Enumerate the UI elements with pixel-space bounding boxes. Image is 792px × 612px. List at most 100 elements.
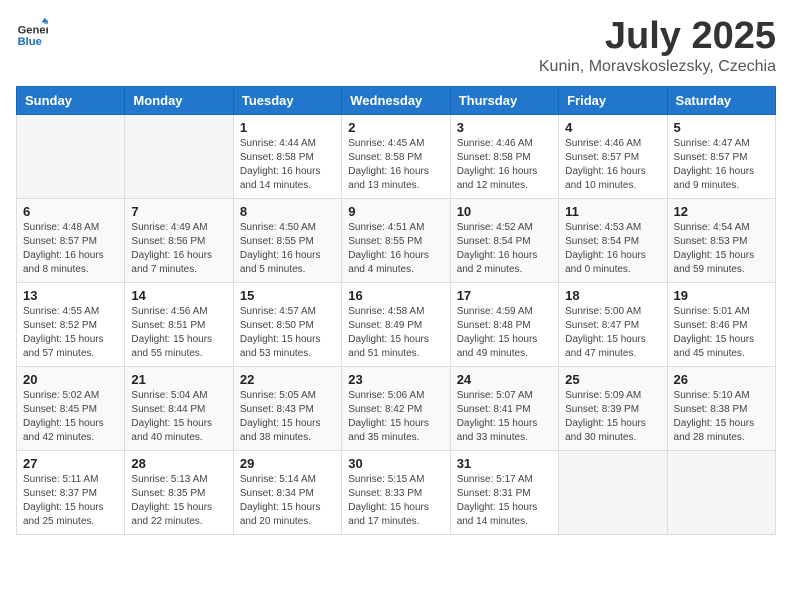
day-info: Sunrise: 4:52 AMSunset: 8:54 PMDaylight:… [457,221,552,277]
day-info: Sunrise: 5:01 AMSunset: 8:46 PMDaylight:… [674,305,769,361]
day-info: Sunrise: 5:07 AMSunset: 8:41 PMDaylight:… [457,389,552,445]
week-row-4: 20 Sunrise: 5:02 AMSunset: 8:45 PMDayligh… [17,366,776,450]
day-number: 12 [674,204,769,219]
calendar-cell: 19Sunrise: 5:01 AMSunset: 8:46 PMDayligh… [667,282,775,366]
calendar-cell: 10 Sunrise: 4:52 AMSunset: 8:54 PMDayligh… [450,198,558,282]
day-number: 7 [131,204,226,219]
calendar-cell: 14 Sunrise: 4:56 AMSunset: 8:51 PMDayligh… [125,282,233,366]
calendar-cell: 9 Sunrise: 4:51 AMSunset: 8:55 PMDaylight… [342,198,450,282]
day-number: 4 [565,120,660,135]
day-number: 18 [565,288,660,303]
day-info: Sunrise: 5:06 AMSunset: 8:42 PMDaylight:… [348,389,443,445]
day-info: Sunrise: 4:50 AMSunset: 8:55 PMDaylight:… [240,221,335,277]
calendar-cell: 29 Sunrise: 5:14 AMSunset: 8:34 PMDayligh… [233,450,341,534]
day-number: 10 [457,204,552,219]
day-number: 22 [240,372,335,387]
calendar-cell [17,114,125,198]
calendar-cell: 24 Sunrise: 5:07 AMSunset: 8:41 PMDayligh… [450,366,558,450]
calendar-cell: 12 Sunrise: 4:54 AMSunset: 8:53 PMDayligh… [667,198,775,282]
day-info: Sunrise: 5:05 AMSunset: 8:43 PMDaylight:… [240,389,335,445]
day-info: Sunrise: 5:02 AMSunset: 8:45 PMDaylight:… [23,389,118,445]
day-info: Sunrise: 4:55 AMSunset: 8:52 PMDaylight:… [23,305,118,361]
weekday-header-monday: Monday [125,86,233,114]
day-number: 17 [457,288,552,303]
calendar-cell: 18 Sunrise: 5:00 AMSunset: 8:47 PMDayligh… [559,282,667,366]
location-title: Kunin, Moravskoslezsky, Czechia [539,58,776,76]
day-info: Sunrise: 4:51 AMSunset: 8:55 PMDaylight:… [348,221,443,277]
day-info: Sunrise: 5:17 AMSunset: 8:31 PMDaylight:… [457,473,552,529]
logo: General Blue [16,16,48,48]
day-info: Sunrise: 4:58 AMSunset: 8:49 PMDaylight:… [348,305,443,361]
calendar-cell: 28Sunrise: 5:13 AMSunset: 8:35 PMDayligh… [125,450,233,534]
svg-text:Blue: Blue [18,36,42,48]
calendar-cell [559,450,667,534]
day-number: 23 [348,372,443,387]
calendar-cell: 16Sunrise: 4:58 AMSunset: 8:49 PMDayligh… [342,282,450,366]
calendar-cell: 31 Sunrise: 5:17 AMSunset: 8:31 PMDayligh… [450,450,558,534]
day-info: Sunrise: 4:53 AMSunset: 8:54 PMDaylight:… [565,221,660,277]
day-number: 29 [240,456,335,471]
day-info: Sunrise: 4:56 AMSunset: 8:51 PMDaylight:… [131,305,226,361]
calendar-cell: 21 Sunrise: 5:04 AMSunset: 8:44 PMDayligh… [125,366,233,450]
day-number: 13 [23,288,118,303]
month-title: July 2025 [539,16,776,58]
day-info: Sunrise: 5:13 AMSunset: 8:35 PMDaylight:… [131,473,226,529]
day-number: 9 [348,204,443,219]
day-number: 24 [457,372,552,387]
day-number: 5 [674,120,769,135]
day-info: Sunrise: 4:54 AMSunset: 8:53 PMDaylight:… [674,221,769,277]
day-number: 30 [348,456,443,471]
calendar-cell: 1Sunrise: 4:44 AMSunset: 8:58 PMDaylight… [233,114,341,198]
day-info: Sunrise: 5:11 AMSunset: 8:37 PMDaylight:… [23,473,118,529]
calendar-cell: 2 Sunrise: 4:45 AMSunset: 8:58 PMDaylight… [342,114,450,198]
calendar-cell [667,450,775,534]
day-info: Sunrise: 4:46 AMSunset: 8:58 PMDaylight:… [457,137,552,193]
logo-icon: General Blue [16,16,48,48]
day-info: Sunrise: 4:48 AMSunset: 8:57 PMDaylight:… [23,221,118,277]
week-row-5: 27 Sunrise: 5:11 AMSunset: 8:37 PMDayligh… [17,450,776,534]
calendar-cell: 13 Sunrise: 4:55 AMSunset: 8:52 PMDayligh… [17,282,125,366]
day-number: 15 [240,288,335,303]
day-info: Sunrise: 4:49 AMSunset: 8:56 PMDaylight:… [131,221,226,277]
day-number: 14 [131,288,226,303]
day-number: 11 [565,204,660,219]
day-info: Sunrise: 4:47 AMSunset: 8:57 PMDaylight:… [674,137,769,193]
calendar-cell: 11 Sunrise: 4:53 AMSunset: 8:54 PMDayligh… [559,198,667,282]
week-row-2: 6 Sunrise: 4:48 AMSunset: 8:57 PMDaylight… [17,198,776,282]
day-info: Sunrise: 5:15 AMSunset: 8:33 PMDaylight:… [348,473,443,529]
day-info: Sunrise: 5:14 AMSunset: 8:34 PMDaylight:… [240,473,335,529]
day-info: Sunrise: 4:45 AMSunset: 8:58 PMDaylight:… [348,137,443,193]
calendar-cell: 22 Sunrise: 5:05 AMSunset: 8:43 PMDayligh… [233,366,341,450]
title-section: July 2025 Kunin, Moravskoslezsky, Czechi… [539,16,776,76]
day-info: Sunrise: 5:10 AMSunset: 8:38 PMDaylight:… [674,389,769,445]
weekday-header-wednesday: Wednesday [342,86,450,114]
day-number: 2 [348,120,443,135]
day-number: 20 [23,372,118,387]
weekday-header-sunday: Sunday [17,86,125,114]
week-row-3: 13 Sunrise: 4:55 AMSunset: 8:52 PMDayligh… [17,282,776,366]
day-number: 8 [240,204,335,219]
calendar-cell: 30 Sunrise: 5:15 AMSunset: 8:33 PMDayligh… [342,450,450,534]
day-info: Sunrise: 5:09 AMSunset: 8:39 PMDaylight:… [565,389,660,445]
calendar-cell: 27 Sunrise: 5:11 AMSunset: 8:37 PMDayligh… [17,450,125,534]
calendar-cell: 17 Sunrise: 4:59 AMSunset: 8:48 PMDayligh… [450,282,558,366]
day-number: 31 [457,456,552,471]
day-info: Sunrise: 4:59 AMSunset: 8:48 PMDaylight:… [457,305,552,361]
calendar-cell: 4Sunrise: 4:46 AMSunset: 8:57 PMDaylight… [559,114,667,198]
weekday-header-tuesday: Tuesday [233,86,341,114]
calendar-cell: 3Sunrise: 4:46 AMSunset: 8:58 PMDaylight… [450,114,558,198]
calendar-table: SundayMondayTuesdayWednesdayThursdayFrid… [16,86,776,535]
day-info: Sunrise: 5:00 AMSunset: 8:47 PMDaylight:… [565,305,660,361]
page-header: General Blue July 2025 Kunin, Moravskosl… [16,16,776,76]
day-number: 21 [131,372,226,387]
calendar-cell: 20 Sunrise: 5:02 AMSunset: 8:45 PMDayligh… [17,366,125,450]
day-number: 27 [23,456,118,471]
week-row-1: 1Sunrise: 4:44 AMSunset: 8:58 PMDaylight… [17,114,776,198]
weekday-header-saturday: Saturday [667,86,775,114]
weekday-header-thursday: Thursday [450,86,558,114]
day-info: Sunrise: 5:04 AMSunset: 8:44 PMDaylight:… [131,389,226,445]
day-number: 6 [23,204,118,219]
calendar-cell: 23 Sunrise: 5:06 AMSunset: 8:42 PMDayligh… [342,366,450,450]
day-number: 26 [674,372,769,387]
weekday-header-friday: Friday [559,86,667,114]
